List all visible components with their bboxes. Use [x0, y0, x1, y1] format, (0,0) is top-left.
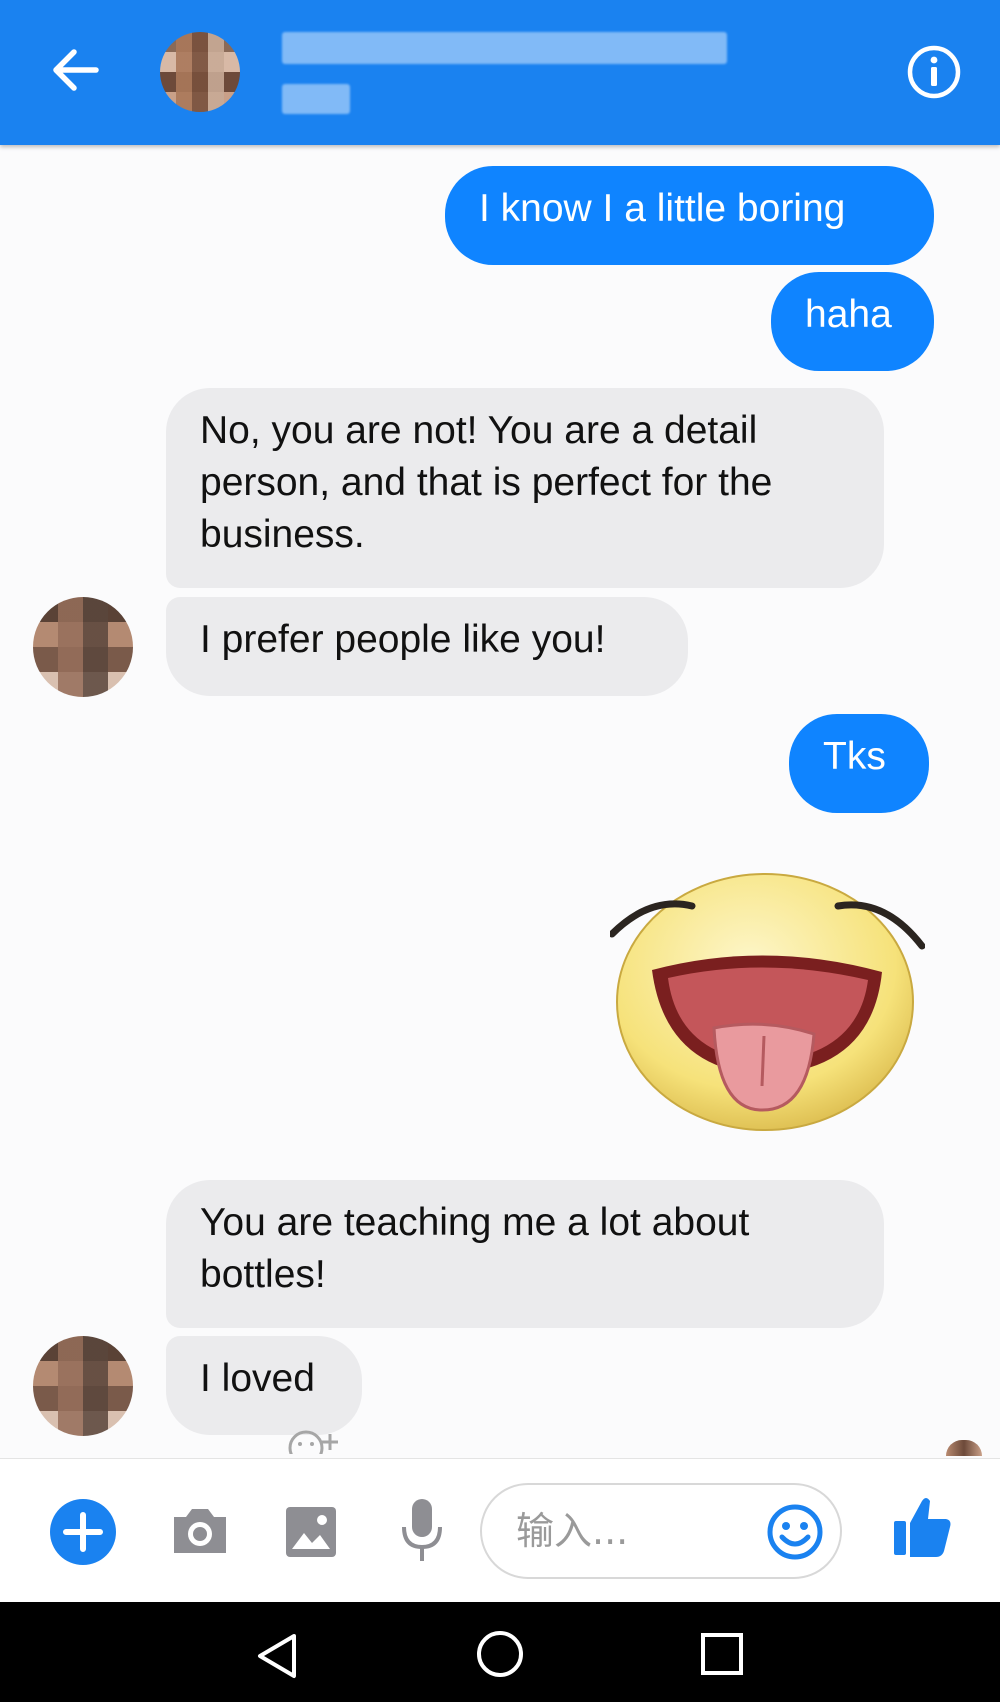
message-text: No, you are not! You are a detail person… — [200, 409, 773, 556]
system-navigation-bar — [0, 1602, 1000, 1702]
message-text: You are teaching me a lot about bottles! — [200, 1201, 750, 1296]
message-text: I know I a little boring — [479, 187, 846, 230]
camera-icon[interactable] — [170, 1505, 230, 1557]
contact-name[interactable]: ████ ████████ — [282, 32, 727, 64]
message-text: I loved — [200, 1357, 315, 1400]
add-reaction-icon[interactable] — [286, 1428, 350, 1454]
message-bubble-outgoing[interactable]: haha — [771, 272, 934, 371]
smiley-icon[interactable] — [766, 1503, 824, 1561]
sender-avatar[interactable] — [33, 597, 133, 697]
message-bubble-incoming[interactable]: You are teaching me a lot about bottles! — [166, 1180, 884, 1328]
plus-circle-icon[interactable] — [48, 1497, 118, 1567]
conversation-header: ████ ████████ ██ — [0, 0, 1000, 145]
message-input[interactable]: 输入... — [480, 1483, 842, 1579]
message-bubble-incoming[interactable]: I prefer people like you! — [166, 597, 688, 696]
contact-status: ██ — [282, 84, 350, 114]
nav-home-icon[interactable] — [476, 1630, 524, 1678]
nav-back-icon[interactable] — [254, 1632, 300, 1680]
message-bubble-outgoing[interactable]: Tks — [789, 714, 929, 813]
message-input-placeholder: 输入... — [516, 1509, 629, 1553]
message-composer: 输入... — [0, 1458, 1000, 1603]
microphone-icon[interactable] — [400, 1497, 444, 1563]
laughing-sticker-icon[interactable] — [610, 860, 925, 1135]
message-bubble-outgoing[interactable]: I know I a little boring — [445, 166, 934, 265]
nav-recents-icon[interactable] — [700, 1632, 744, 1676]
seen-avatar — [946, 1440, 982, 1456]
image-icon[interactable] — [284, 1505, 338, 1559]
message-bubble-incoming[interactable]: I loved — [166, 1336, 362, 1435]
back-arrow-icon[interactable] — [48, 42, 104, 98]
message-text: Tks — [823, 735, 886, 778]
message-text: I prefer people like you! — [200, 618, 606, 661]
contact-avatar[interactable] — [160, 32, 240, 112]
info-icon[interactable] — [906, 44, 962, 100]
message-bubble-incoming[interactable]: No, you are not! You are a detail person… — [166, 388, 884, 588]
sender-avatar[interactable] — [33, 1336, 133, 1436]
thumbs-up-icon[interactable] — [892, 1495, 952, 1559]
message-text: haha — [805, 293, 892, 336]
